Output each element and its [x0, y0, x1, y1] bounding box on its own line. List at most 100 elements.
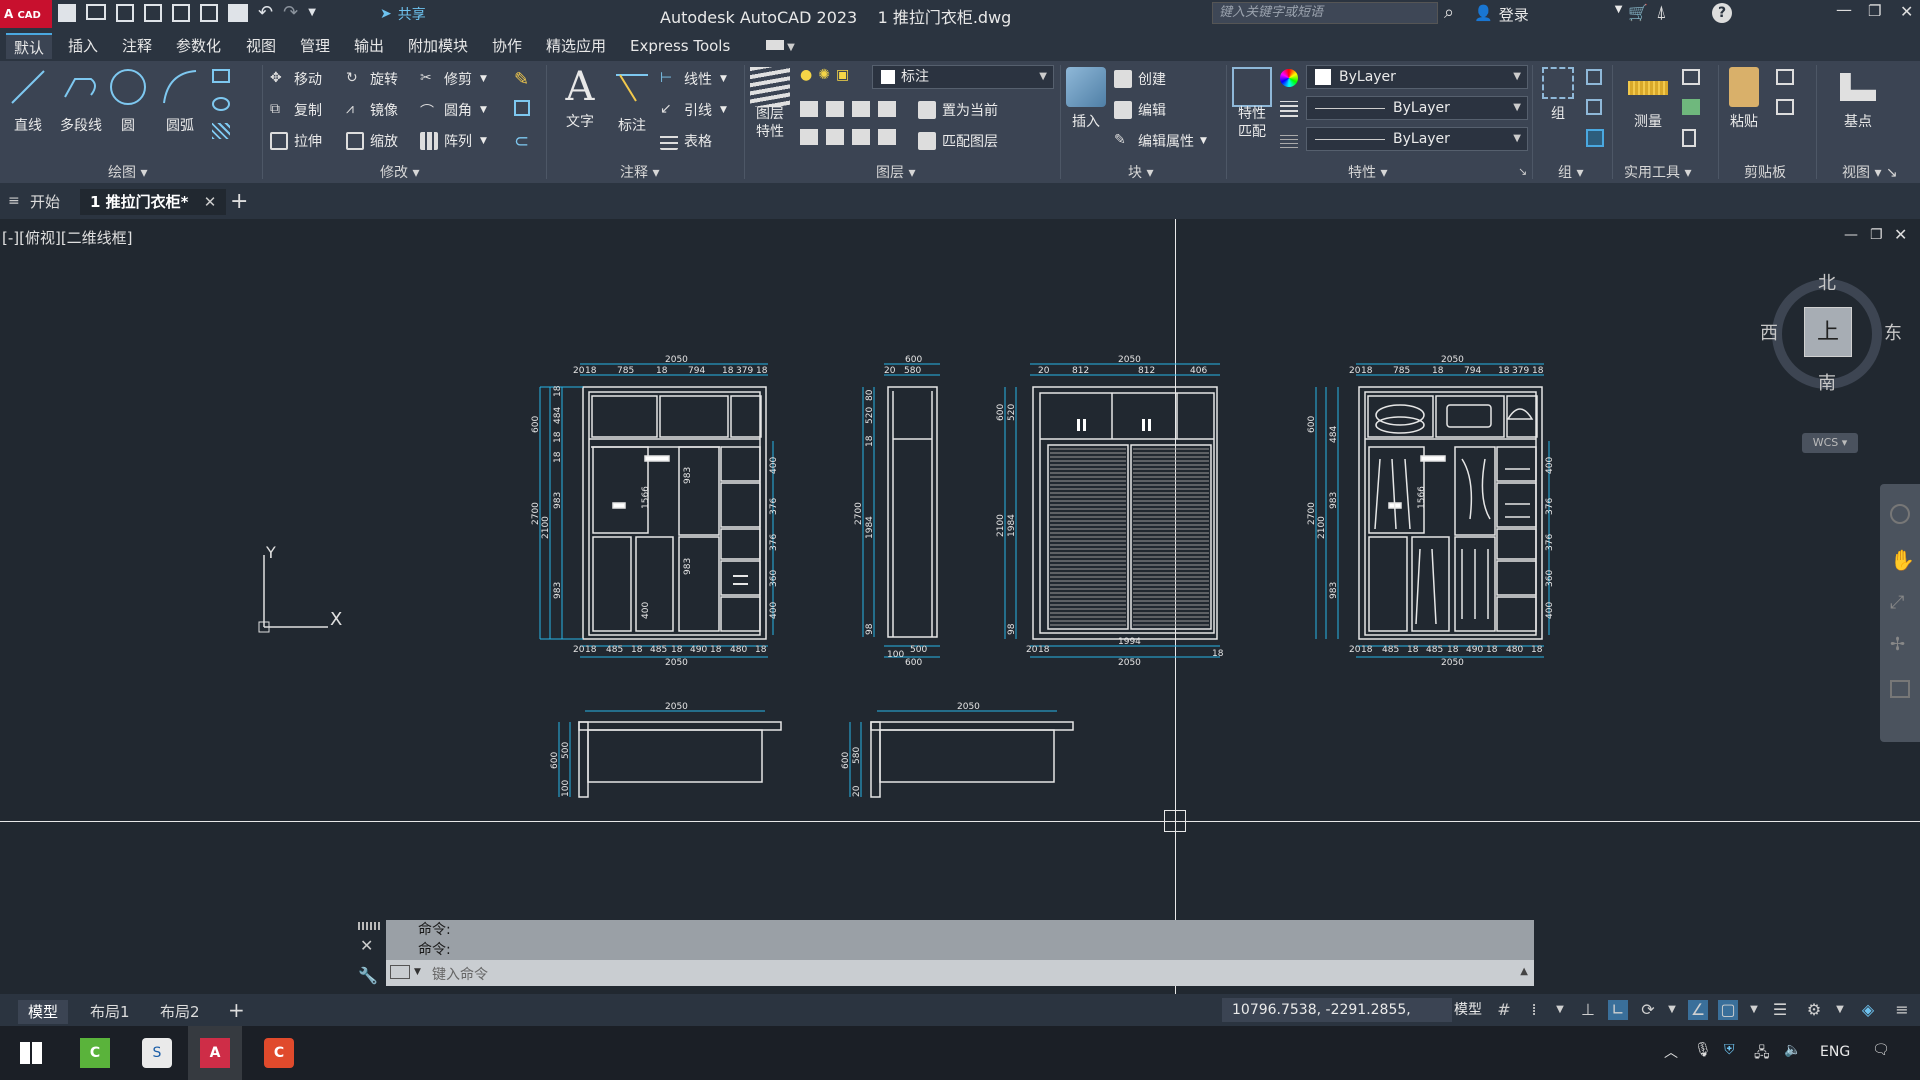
- security-shield-icon[interactable]: ⛨: [1724, 1042, 1735, 1058]
- help-icon[interactable]: ?: [1712, 3, 1732, 23]
- hatch-icon[interactable]: [212, 123, 230, 139]
- copy-clip-icon[interactable]: [1776, 99, 1794, 115]
- erase-icon[interactable]: ✎: [514, 69, 529, 90]
- count-icon[interactable]: [1682, 99, 1700, 115]
- hatch-ellipse-icon[interactable]: [212, 97, 230, 111]
- command-close-icon[interactable]: ✕: [360, 936, 373, 955]
- drawing-tab-active[interactable]: 1 推拉门衣柜* ✕: [80, 189, 227, 215]
- app-red-c-icon[interactable]: C: [264, 1038, 294, 1068]
- properties-panel-label[interactable]: 特性 ▾: [1348, 162, 1387, 182]
- lightbulb-icon[interactable]: ●: [800, 67, 812, 83]
- qat-dropdown-icon[interactable]: ▼: [308, 4, 316, 22]
- login-button[interactable]: 👤 登录 ▼: [1474, 4, 1622, 25]
- layers-panel-label[interactable]: 图层 ▾: [876, 162, 915, 182]
- polar-tracking-icon[interactable]: ⟳: [1638, 1000, 1658, 1020]
- tab-manage[interactable]: 管理: [292, 33, 338, 59]
- polyline-tool[interactable]: 多段线: [52, 67, 110, 135]
- view-panel-label[interactable]: 视图 ▾ ↘: [1842, 162, 1898, 182]
- match-layer-tool[interactable]: 匹配图层: [918, 131, 998, 151]
- properties-launcher-icon[interactable]: ↘: [1518, 165, 1527, 178]
- object-snap-icon[interactable]: ▢: [1718, 1000, 1738, 1020]
- dimension-tool[interactable]: 标注: [608, 67, 656, 135]
- fillet-tool[interactable]: ⌒ 圆角 ▼: [420, 100, 487, 120]
- arc-tool[interactable]: 圆弧: [158, 67, 202, 135]
- infer-constraints-icon[interactable]: ⊥: [1578, 1000, 1598, 1020]
- offset-icon[interactable]: ⊂: [514, 131, 529, 152]
- volume-icon[interactable]: 🔈: [1784, 1042, 1801, 1058]
- command-expand-icon[interactable]: ▲: [1520, 966, 1528, 977]
- tab-default[interactable]: 默认: [6, 33, 53, 59]
- share-button[interactable]: ➤ 共享: [380, 4, 426, 24]
- group-edit-icon[interactable]: [1586, 99, 1602, 115]
- redo-icon[interactable]: ↷: [283, 4, 298, 22]
- add-layout-icon[interactable]: +: [228, 998, 245, 1022]
- quick-select-icon[interactable]: [1682, 69, 1700, 85]
- settings-dropdown-icon[interactable]: ▼: [1830, 1000, 1850, 1020]
- draw-panel-label[interactable]: 绘图 ▾: [108, 162, 147, 182]
- annotation-panel-label[interactable]: 注释 ▾: [620, 162, 659, 182]
- layer-off-icon[interactable]: [800, 101, 818, 117]
- tab-parametric[interactable]: 参数化: [168, 33, 229, 59]
- lineweight-dropdown[interactable]: ByLayer ▼: [1306, 96, 1528, 120]
- ungroup-icon[interactable]: [1586, 69, 1602, 85]
- tab-addins[interactable]: 附加模块: [400, 33, 476, 59]
- plot-icon[interactable]: [200, 4, 218, 22]
- explode-icon[interactable]: [514, 100, 530, 116]
- new-file-icon[interactable]: [58, 4, 76, 22]
- snap-dropdown-icon[interactable]: ▼: [1550, 1000, 1570, 1020]
- create-block-tool[interactable]: 创建: [1114, 69, 1166, 89]
- app-logo[interactable]: A CAD: [0, 0, 52, 28]
- group-tool[interactable]: 组: [1538, 67, 1578, 123]
- new-tab-icon[interactable]: +: [230, 189, 248, 214]
- open-folder-icon[interactable]: [86, 4, 106, 20]
- tab-menu-icon[interactable]: ≡: [8, 193, 20, 209]
- tab-output[interactable]: 输出: [346, 33, 392, 59]
- layout1-tab[interactable]: 布局1: [80, 1000, 140, 1024]
- save-icon[interactable]: [116, 4, 134, 22]
- sketchup-icon[interactable]: S: [142, 1038, 172, 1068]
- insert-block-tool[interactable]: 插入: [1062, 67, 1110, 131]
- color-dropdown[interactable]: ByLayer ▼: [1306, 65, 1528, 89]
- trim-tool[interactable]: ✂ 修剪 ▼: [420, 69, 487, 89]
- layer-unisolate-icon[interactable]: [826, 129, 844, 145]
- language-indicator[interactable]: ENG: [1820, 1044, 1850, 1060]
- edit-block-tool[interactable]: 编辑: [1114, 100, 1166, 120]
- search-input[interactable]: 键入关键字或短语: [1212, 2, 1438, 24]
- text-tool[interactable]: A 文字: [556, 67, 604, 131]
- ribbon-display-toggle[interactable]: ▼: [766, 40, 800, 54]
- windows-start-icon[interactable]: [20, 1042, 42, 1064]
- sun-icon[interactable]: ✺: [818, 67, 830, 83]
- tab-featured-apps[interactable]: 精选应用: [538, 33, 614, 59]
- snap-icon[interactable]: ⁞: [1524, 1000, 1544, 1020]
- microphone-icon[interactable]: 🎙: [1694, 1042, 1712, 1058]
- utilities-panel-label[interactable]: 实用工具 ▾: [1624, 162, 1691, 182]
- copy-tool[interactable]: ⧉ 复制: [270, 100, 322, 120]
- app-green-c-icon[interactable]: C: [80, 1038, 110, 1068]
- search-icon[interactable]: ⌕: [1444, 2, 1454, 23]
- command-recent-icon[interactable]: [390, 965, 410, 979]
- tab-view[interactable]: 视图: [238, 33, 284, 59]
- command-input[interactable]: ▼ 键入命令 ▲: [386, 960, 1534, 986]
- network-icon[interactable]: 🖧: [1754, 1042, 1770, 1066]
- mirror-tool[interactable]: ⩘ 镜像: [346, 100, 398, 120]
- undo-icon[interactable]: ↶: [258, 4, 273, 22]
- match-properties-tool[interactable]: 特性 匹配: [1230, 67, 1274, 141]
- grid-icon[interactable]: #: [1494, 1000, 1514, 1020]
- cart-icon[interactable]: 🛒: [1628, 3, 1648, 22]
- print-icon[interactable]: [228, 4, 248, 22]
- settings-gear-icon[interactable]: ⚙: [1804, 1000, 1824, 1020]
- linetype-icon[interactable]: [1280, 132, 1298, 148]
- paste-tool[interactable]: 粘贴: [1722, 67, 1766, 131]
- layer-isolate-icon[interactable]: [826, 101, 844, 117]
- stretch-tool[interactable]: 拉伸: [270, 131, 322, 151]
- move-tool[interactable]: ✥ 移动: [270, 69, 322, 89]
- isolate-objects-icon[interactable]: ◈: [1858, 1000, 1878, 1020]
- wardrobe-drawings[interactable]: 205020 18 785 18 794 18 379 1860027002100184841…: [0, 219, 1920, 994]
- customize-wrench-icon[interactable]: 🔧: [358, 966, 378, 985]
- linear-tool[interactable]: ⊢ 线性 ▼: [660, 69, 727, 89]
- cut-copy-icon[interactable]: [1776, 69, 1794, 85]
- start-tab[interactable]: 开始: [20, 189, 70, 215]
- drawing-canvas[interactable]: [-][俯视][二维线框] — ❐ ✕ Y X 上 北 南 西 东 WCS ▾ …: [0, 219, 1920, 994]
- layer-thaw-icon[interactable]: [852, 129, 870, 145]
- close-icon[interactable]: ✕: [1900, 2, 1913, 21]
